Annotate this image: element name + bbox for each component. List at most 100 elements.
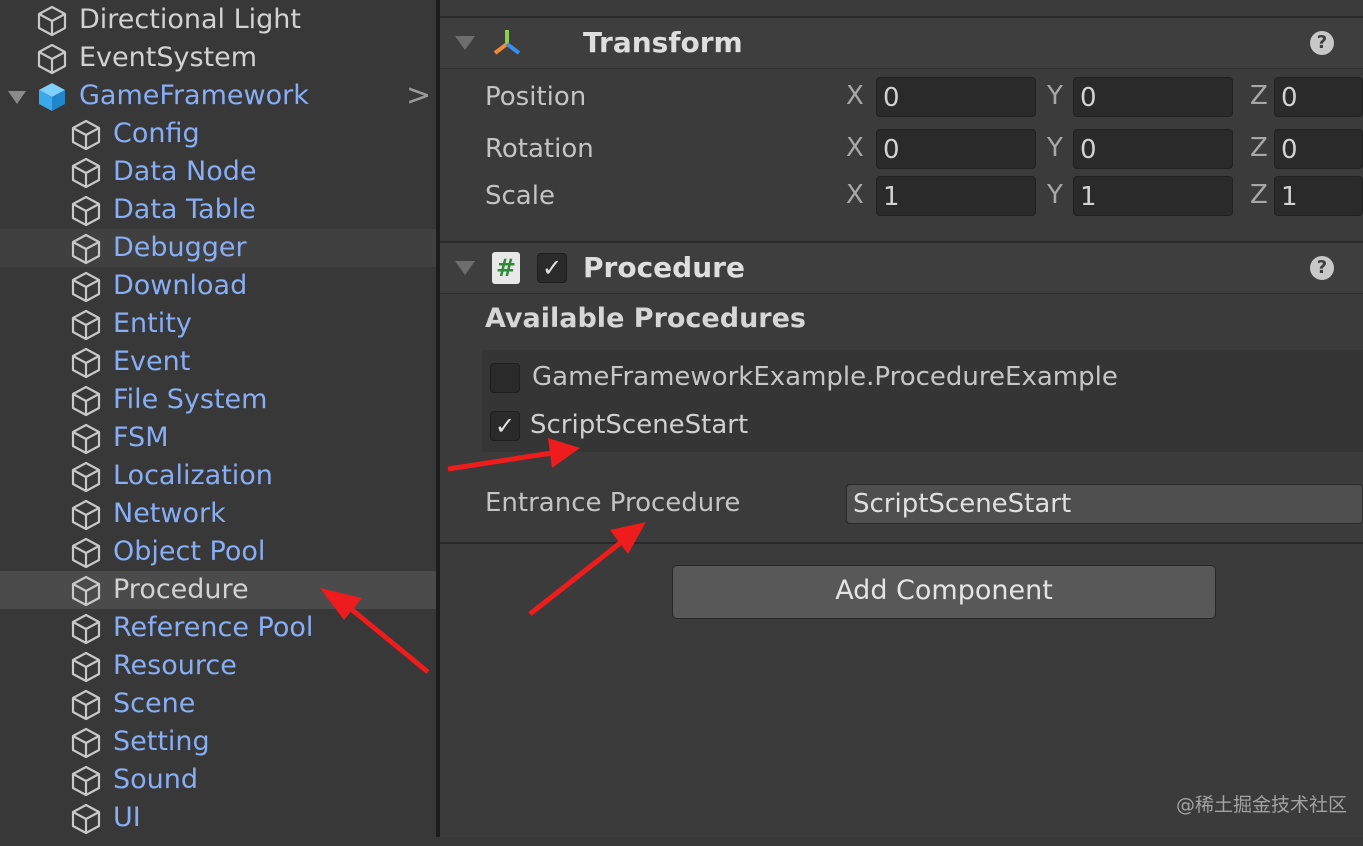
procedure-foldout-icon[interactable] — [455, 261, 475, 275]
foldout-arrow-icon[interactable] — [8, 91, 26, 104]
hierarchy-item[interactable]: Entity — [0, 305, 436, 343]
entrance-procedure-dropdown[interactable]: ScriptSceneStart — [846, 484, 1363, 524]
transform-scale-z-field[interactable]: 1 — [1274, 176, 1363, 216]
axis-x-label[interactable]: X — [846, 131, 864, 165]
axis-z-label[interactable]: Z — [1250, 131, 1268, 165]
transform-header[interactable]: Transform ? ⋮ — [440, 16, 1363, 69]
gameobject-cube-icon — [70, 537, 102, 569]
hierarchy-item[interactable]: Network — [0, 495, 436, 533]
hierarchy-item-label: Scene — [113, 688, 196, 719]
transform-position-z-field[interactable]: 0 — [1274, 77, 1363, 117]
hierarchy-item[interactable]: Scene — [0, 685, 436, 723]
chevron-right-icon[interactable]: > — [406, 77, 431, 115]
hierarchy-item[interactable]: Config — [0, 115, 436, 153]
script-icon: # — [492, 252, 520, 284]
hierarchy-item-label: Resource — [113, 650, 237, 681]
procedure-title: Procedure — [583, 251, 745, 284]
hierarchy-item-label: Sound — [113, 764, 199, 795]
procedure-name-1: ScriptSceneStart — [530, 410, 749, 440]
hierarchy-item-label: Config — [113, 118, 200, 149]
available-procedures-label: Available Procedures — [485, 303, 806, 334]
hierarchy-item[interactable]: Data Node — [0, 153, 436, 191]
axis-x-label[interactable]: X — [846, 178, 864, 212]
hierarchy-item-label: Network — [113, 498, 226, 529]
procedure-checkbox-0[interactable] — [490, 363, 520, 393]
gameobject-cube-icon — [70, 423, 102, 455]
transform-axis-icon — [493, 30, 521, 55]
gameobject-cube-icon — [70, 195, 102, 227]
hierarchy-item[interactable]: Event — [0, 343, 436, 381]
transform-scale-y-field[interactable]: 1 — [1073, 176, 1233, 216]
gameobject-cube-icon — [70, 803, 102, 835]
procedure-enabled-checkbox[interactable]: ✓ — [537, 253, 567, 283]
hierarchy-item-label: EventSystem — [79, 42, 258, 73]
hierarchy-item[interactable]: EventSystem — [0, 39, 436, 77]
transform-position-y-field[interactable]: 0 — [1073, 77, 1233, 117]
axis-y-label[interactable]: Y — [1047, 79, 1063, 113]
gameobject-cube-icon — [70, 271, 102, 303]
hierarchy-item[interactable]: Resource — [0, 647, 436, 685]
transform-position-label: Position — [485, 82, 587, 112]
available-procedures-list: GameFrameworkExample.ProcedureExample ✓ … — [482, 350, 1363, 452]
hierarchy-item[interactable]: Directional Light — [0, 1, 436, 39]
hierarchy-item[interactable]: Reference Pool — [0, 609, 436, 647]
axis-y-label[interactable]: Y — [1047, 131, 1063, 165]
hierarchy-item[interactable]: Localization — [0, 457, 436, 495]
transform-menu-icon[interactable]: ⋮ — [1352, 26, 1363, 56]
gameobject-cube-icon — [70, 499, 102, 531]
hierarchy-item[interactable]: FSM — [0, 419, 436, 457]
hierarchy-item[interactable]: GameFramework > — [0, 77, 436, 115]
gameobject-cube-icon — [36, 5, 68, 37]
transform-rotation-z-field[interactable]: 0 — [1274, 129, 1363, 169]
hierarchy-item[interactable]: Debugger — [0, 229, 436, 267]
procedure-checkbox-1[interactable]: ✓ — [490, 411, 520, 441]
transform-scale-label: Scale — [485, 181, 555, 211]
hierarchy-item-label: Object Pool — [113, 536, 266, 567]
axis-y-label[interactable]: Y — [1047, 178, 1063, 212]
hierarchy-item-label: Directional Light — [79, 4, 301, 35]
transform-rotation-x-field[interactable]: 0 — [876, 129, 1036, 169]
procedure-menu-icon[interactable]: ⋮ — [1352, 251, 1363, 281]
hierarchy-item-label: Localization — [113, 460, 273, 491]
hierarchy-item[interactable]: Procedure — [0, 571, 436, 609]
hierarchy-item-label: Download — [113, 270, 248, 301]
axis-x-label[interactable]: X — [846, 79, 864, 113]
transform-position-x-field[interactable]: 0 — [876, 77, 1036, 117]
gameobject-cube-icon — [70, 385, 102, 417]
hierarchy-item-label: Event — [113, 346, 191, 377]
axis-z-label[interactable]: Z — [1250, 79, 1268, 113]
axis-z-label[interactable]: Z — [1250, 178, 1268, 212]
transform-scale-x-field[interactable]: 1 — [876, 176, 1036, 216]
hierarchy-item[interactable]: Setting — [0, 723, 436, 761]
hierarchy-item[interactable]: UI — [0, 799, 436, 837]
component-separator — [440, 542, 1363, 544]
gameobject-cube-icon — [70, 727, 102, 759]
procedure-header[interactable]: # ✓ Procedure ? ⋮ — [440, 241, 1363, 294]
hierarchy-item[interactable]: File System — [0, 381, 436, 419]
add-component-button[interactable]: Add Component — [672, 565, 1216, 619]
transform-rotation-y-field[interactable]: 0 — [1073, 129, 1233, 169]
gameobject-cube-icon — [70, 613, 102, 645]
gameobject-cube-icon — [70, 461, 102, 493]
gameobject-cube-icon — [70, 651, 102, 683]
gameobject-cube-icon — [70, 309, 102, 341]
gameobject-cube-icon — [70, 575, 102, 607]
hierarchy-item-label: FSM — [113, 422, 169, 453]
hierarchy-item[interactable]: Data Table — [0, 191, 436, 229]
transform-foldout-icon[interactable] — [455, 36, 475, 50]
transform-title: Transform — [583, 26, 743, 59]
hierarchy-item-label: Data Table — [113, 194, 256, 225]
procedure-help-icon[interactable]: ? — [1310, 256, 1334, 280]
gameobject-cube-icon — [70, 347, 102, 379]
hierarchy-item-label: Entity — [113, 308, 192, 339]
gameobject-cube-icon — [70, 689, 102, 721]
gameobject-cube-icon — [70, 119, 102, 151]
hierarchy-item-label: Setting — [113, 726, 210, 757]
gameobject-cube-icon — [70, 765, 102, 797]
hierarchy-item[interactable]: Sound — [0, 761, 436, 799]
gameobject-cube-icon — [70, 157, 102, 189]
hierarchy-item[interactable]: Object Pool — [0, 533, 436, 571]
hierarchy-item[interactable]: Download — [0, 267, 436, 305]
transform-help-icon[interactable]: ? — [1310, 31, 1334, 55]
transform-rotation-label: Rotation — [485, 134, 594, 164]
